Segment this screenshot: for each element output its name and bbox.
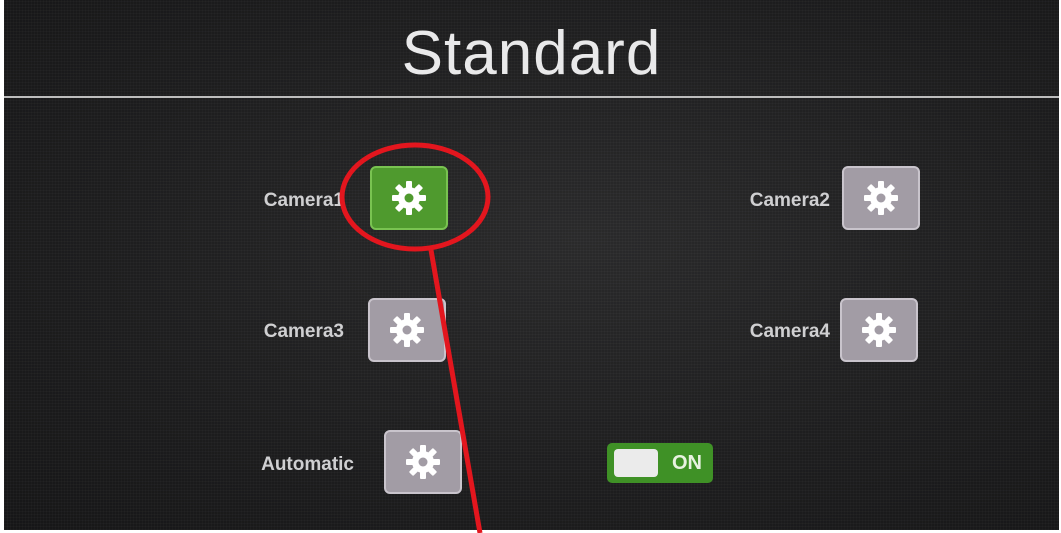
gear-icon	[406, 445, 440, 479]
automatic-settings-button[interactable]	[384, 430, 462, 494]
toggle-knob	[614, 449, 658, 477]
camera4-label: Camera4	[749, 321, 830, 342]
gear-icon	[392, 181, 426, 215]
gear-icon	[390, 313, 424, 347]
camera1-label: Camera1	[263, 190, 344, 211]
camera3-settings-button[interactable]	[368, 298, 446, 362]
automatic-toggle[interactable]: ON	[607, 443, 713, 483]
camera4-settings-button[interactable]	[840, 298, 918, 362]
page-title: Standard	[401, 19, 662, 88]
camera2-label: Camera2	[749, 190, 830, 211]
settings-screen: Standard Camera1 Camera2 Camera3 Camera4…	[4, 0, 1059, 530]
camera3-label: Camera3	[263, 321, 344, 342]
title-divider	[4, 96, 1059, 98]
automatic-label: Automatic	[261, 454, 354, 475]
toggle-state-label: ON	[672, 451, 702, 474]
photo-border-left	[0, 0, 4, 533]
camera1-settings-button[interactable]	[370, 166, 448, 230]
gear-icon	[862, 313, 896, 347]
camera2-settings-button[interactable]	[842, 166, 920, 230]
gear-icon	[864, 181, 898, 215]
